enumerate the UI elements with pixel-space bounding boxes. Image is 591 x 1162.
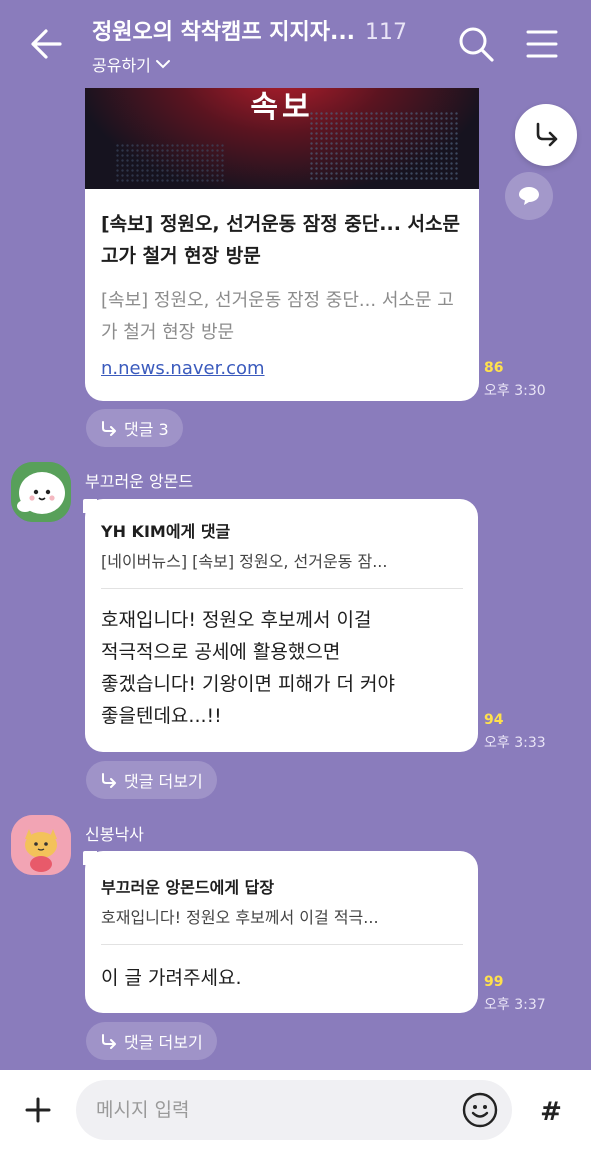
message-time: 오후 3:37	[484, 997, 546, 1013]
white-blob-character-avatar	[11, 462, 71, 522]
more-replies-button[interactable]: 댓글 더보기	[86, 761, 217, 799]
avatar[interactable]	[11, 462, 71, 522]
search-button[interactable]	[456, 24, 496, 64]
message-time: 오후 3:30	[484, 383, 546, 399]
quote-recipient: 부끄러운 앙몬드에게 답장	[101, 878, 275, 897]
news-meta: 86 오후 3:30	[484, 360, 546, 400]
message-text: 이 글 가려주세요.	[101, 967, 242, 989]
more-replies-button[interactable]: 댓글 더보기	[86, 1022, 217, 1060]
chat-title: 정원오의 착착캠프 지지자...	[92, 20, 356, 45]
reply-label: 댓글 더보기	[124, 1033, 203, 1052]
share-arrow-icon	[536, 122, 558, 147]
quoted-text: 호재입니다! 정원오 후보께서 이걸 적극...	[101, 908, 379, 927]
yellow-cat-character-avatar	[11, 815, 71, 875]
comment-button[interactable]	[505, 172, 553, 220]
reply-arrow-icon	[102, 1034, 116, 1049]
message-meta: 99 오후 3:37	[484, 974, 546, 1014]
quote-recipient: YH KIM에게 댓글	[101, 522, 231, 541]
back-button[interactable]	[24, 24, 68, 64]
message-bubble[interactable]: 부끄러운 앙몬드에게 답장 호재입니다! 정원오 후보께서 이걸 적극... 이…	[83, 851, 478, 1013]
chat-header: 정원오의 착착캠프 지지자... 117 공유하기	[0, 0, 591, 88]
search-icon	[459, 27, 494, 62]
share-label: 공유하기	[92, 56, 151, 75]
reply-arrow-icon	[102, 773, 116, 788]
share-forward-button[interactable]	[515, 104, 577, 166]
news-headline: [속보] 정원오, 선거운동 잠정 중단... 서소문 고가 철거 현장 방문	[101, 213, 460, 267]
reply-label: 댓글 3	[124, 420, 169, 439]
unread-count: 94	[484, 712, 504, 728]
message-input-bar: #	[0, 1070, 591, 1162]
plus-icon	[25, 1097, 51, 1123]
avatar[interactable]	[11, 815, 71, 875]
reply-label: 댓글 더보기	[124, 772, 203, 791]
unread-count: 99	[484, 974, 504, 990]
news-description: [속보] 정원오, 선거운동 잠정 중단... 서소문 고가 철거 현장 방문	[101, 290, 454, 343]
chat-title-area[interactable]: 정원오의 착착캠프 지지자... 117 공유하기	[92, 14, 432, 76]
quoted-text: [네이버뉴스] [속보] 정원오, 선거운동 잠...	[101, 552, 388, 571]
reply-arrow-icon	[102, 421, 116, 436]
message-time: 오후 3:33	[484, 735, 546, 751]
news-url-link[interactable]: n.news.naver.com	[101, 358, 265, 379]
message-meta: 94 오후 3:33	[484, 712, 546, 752]
message-input[interactable]	[76, 1080, 512, 1140]
sender-name[interactable]: 신봉낙사	[85, 821, 144, 845]
hashtag-button[interactable]: #	[527, 1090, 575, 1134]
back-arrow-icon	[31, 29, 62, 59]
sender-name[interactable]: 부끄러운 앙몬드	[85, 468, 193, 492]
news-thumbnail-caption: 속보	[250, 90, 314, 125]
comment-icon	[519, 187, 539, 205]
reply-count-button[interactable]: 댓글 3	[86, 409, 183, 447]
chevron-down-icon	[155, 60, 170, 69]
news-link-card[interactable]: 속보 [속보] 정원오, 선거운동 잠정 중단... 서소문 고가 철거 현장 …	[85, 40, 479, 401]
member-count: 117	[365, 20, 408, 45]
quote-divider	[101, 588, 463, 589]
unread-count: 86	[484, 360, 504, 376]
menu-button[interactable]	[522, 24, 562, 64]
attach-button[interactable]	[18, 1090, 58, 1130]
emoji-button[interactable]	[462, 1092, 498, 1128]
emoji-icon	[462, 1092, 498, 1128]
quote-divider	[101, 944, 463, 945]
hash-icon: #	[540, 1097, 562, 1127]
menu-icon	[526, 30, 558, 58]
message-bubble[interactable]: YH KIM에게 댓글 [네이버뉴스] [속보] 정원오, 선거운동 잠... …	[83, 499, 478, 752]
message-text: 호재입니다! 정원오 후보께서 이걸 적극적으로 공세에 활용했으면 좋겠습니다…	[101, 609, 395, 727]
share-dropdown[interactable]: 공유하기	[92, 52, 432, 76]
